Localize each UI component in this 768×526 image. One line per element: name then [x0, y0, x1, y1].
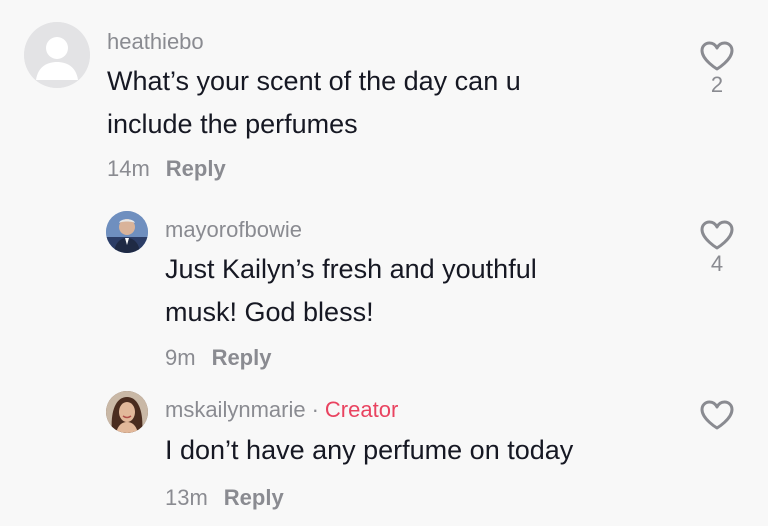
reply-button[interactable]: Reply	[224, 485, 284, 510]
username[interactable]: heathiebo	[107, 31, 204, 53]
reply-button[interactable]: Reply	[166, 156, 226, 181]
comment-mayorofbowie: mayorofbowie Just Kailyn’s fresh and you…	[0, 200, 768, 380]
comment-meta: 13m Reply	[165, 487, 284, 509]
username-row: mskailynmarie · Creator	[165, 399, 398, 421]
heart-icon	[700, 220, 734, 250]
comment-text-line: Just Kailyn’s fresh and youthful	[165, 254, 537, 284]
comment-text: I don’t have any perfume on today	[165, 429, 685, 472]
creator-badge: Creator	[324, 397, 399, 422]
username[interactable]: mskailynmarie	[165, 397, 306, 422]
like-button[interactable]: 2	[697, 40, 737, 96]
avatar[interactable]	[106, 391, 148, 433]
comment-text: Just Kailyn’s fresh and youthful musk! G…	[165, 248, 685, 334]
user-photo	[106, 391, 148, 433]
like-count: 4	[710, 251, 724, 276]
username[interactable]: mayorofbowie	[165, 219, 302, 241]
comment-mskailynmarie: mskailynmarie · Creator I don’t have any p…	[0, 380, 768, 526]
reply-button[interactable]: Reply	[212, 345, 272, 370]
comment-meta: 9m Reply	[165, 347, 271, 369]
timestamp: 14m	[107, 156, 150, 181]
like-button[interactable]	[697, 399, 737, 431]
separator: ·	[311, 397, 319, 422]
like-button[interactable]: 4	[697, 219, 737, 275]
default-avatar-icon	[24, 22, 90, 88]
comment-text-line: I don’t have any perfume on today	[165, 435, 574, 465]
timestamp: 13m	[165, 485, 208, 510]
comment-heathiebo: heathiebo What’s your scent of the day c…	[0, 0, 768, 200]
heart-icon	[700, 400, 734, 430]
user-photo	[106, 211, 148, 253]
heart-icon	[700, 41, 734, 71]
avatar[interactable]	[24, 22, 90, 88]
comment-text-line: include the perfumes	[107, 109, 358, 139]
timestamp: 9m	[165, 345, 196, 370]
avatar[interactable]	[106, 211, 148, 253]
comment-text: What’s your scent of the day can u inclu…	[107, 60, 667, 146]
comment-text-line: musk! God bless!	[165, 297, 374, 327]
comment-text-line: What’s your scent of the day can u	[107, 66, 521, 96]
comment-meta: 14m Reply	[107, 158, 226, 180]
like-count: 2	[710, 72, 724, 97]
